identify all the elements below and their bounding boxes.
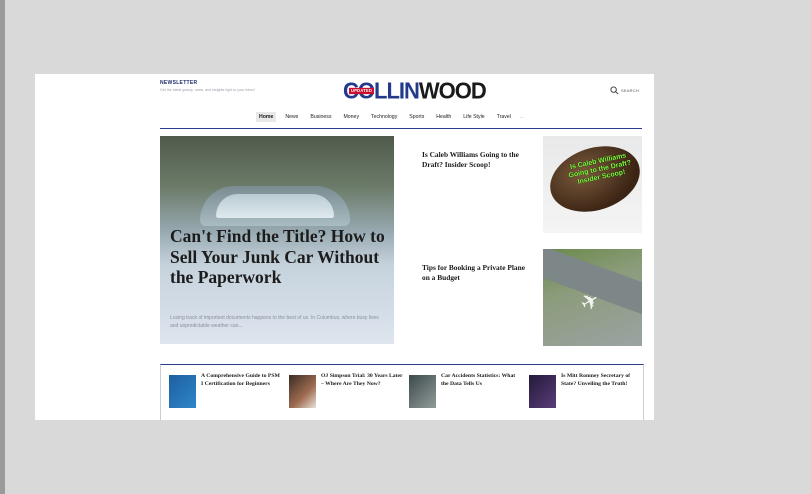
list-item[interactable]: A Comprehensive Guide to PSM I Certifica… — [169, 373, 281, 413]
nav-travel[interactable]: Travel — [494, 112, 514, 122]
bottom-articles: A Comprehensive Guide to PSM I Certifica… — [160, 364, 644, 420]
site-logo[interactable]: COLLIN WOOD UPDATED — [343, 77, 487, 104]
card-private-plane[interactable]: Tips for Booking a Private Plane on a Bu… — [407, 249, 642, 346]
search-button[interactable]: SEARCH — [610, 86, 639, 95]
search-icon — [610, 86, 619, 95]
nav-business[interactable]: Business — [307, 112, 334, 122]
nav-health[interactable]: Health — [433, 112, 454, 122]
thumbnail[interactable] — [289, 375, 316, 408]
newsletter-block[interactable]: NEWSLETTER Get the latest gossip, news, … — [160, 80, 320, 93]
list-item-title[interactable]: Car Accidents Statistics: What the Data … — [441, 373, 523, 389]
logo-tag: UPDATED — [349, 87, 375, 95]
card-title[interactable]: Tips for Booking a Private Plane on a Bu… — [422, 263, 532, 283]
thumbnail[interactable] — [169, 375, 196, 408]
nav-divider — [160, 128, 642, 129]
nav-life-style[interactable]: Life Style — [460, 112, 487, 122]
list-item-title[interactable]: Is Mitt Romney Secretary of State? Unvei… — [561, 373, 643, 389]
card-title[interactable]: Is Caleb Williams Going to the Draft? In… — [422, 150, 532, 170]
newsletter-subtitle: Get the latest gossip, news, and insight… — [160, 88, 255, 92]
hero-article[interactable]: Can't Find the Title? How to Sell Your J… — [160, 136, 394, 344]
list-item-title[interactable]: OJ Simpson Trial: 30 Years Later – Where… — [321, 373, 403, 389]
nav-technology[interactable]: Technology — [368, 112, 400, 122]
nav-news[interactable]: News — [282, 112, 301, 122]
nav-more[interactable]: ... — [520, 114, 524, 120]
nav-money[interactable]: Money — [340, 112, 362, 122]
logo-wood: WOOD — [418, 77, 487, 104]
web-page: NEWSLETTER Get the latest gossip, news, … — [35, 74, 654, 420]
browser-edge — [0, 0, 5, 494]
list-item-title[interactable]: A Comprehensive Guide to PSM I Certifica… — [201, 373, 283, 389]
list-item[interactable]: Car Accidents Statistics: What the Data … — [409, 373, 521, 413]
hero-car-windshield — [216, 194, 334, 218]
newsletter-title: NEWSLETTER — [160, 80, 198, 86]
nav-home[interactable]: Home — [256, 112, 277, 122]
card-caleb-williams[interactable]: Is Caleb Williams Going to the Draft? In… — [407, 136, 642, 233]
list-item[interactable]: Is Mitt Romney Secretary of State? Unvei… — [529, 373, 641, 413]
main-nav: Home News Business Money Technology Spor… — [256, 112, 524, 122]
thumbnail[interactable] — [409, 375, 436, 408]
search-label: SEARCH — [621, 88, 639, 93]
nav-sports[interactable]: Sports — [406, 112, 427, 122]
hero-excerpt: Losing track of important documents happ… — [170, 315, 379, 329]
card-plane-image[interactable]: ✈ — [543, 249, 642, 346]
list-item[interactable]: OJ Simpson Trial: 30 Years Later – Where… — [289, 373, 403, 413]
card-football-image[interactable]: Is Caleb Williams Going to the Draft? In… — [543, 136, 642, 233]
hero-title[interactable]: Can't Find the Title? How to Sell Your J… — [170, 226, 388, 288]
thumbnail[interactable] — [529, 375, 556, 408]
